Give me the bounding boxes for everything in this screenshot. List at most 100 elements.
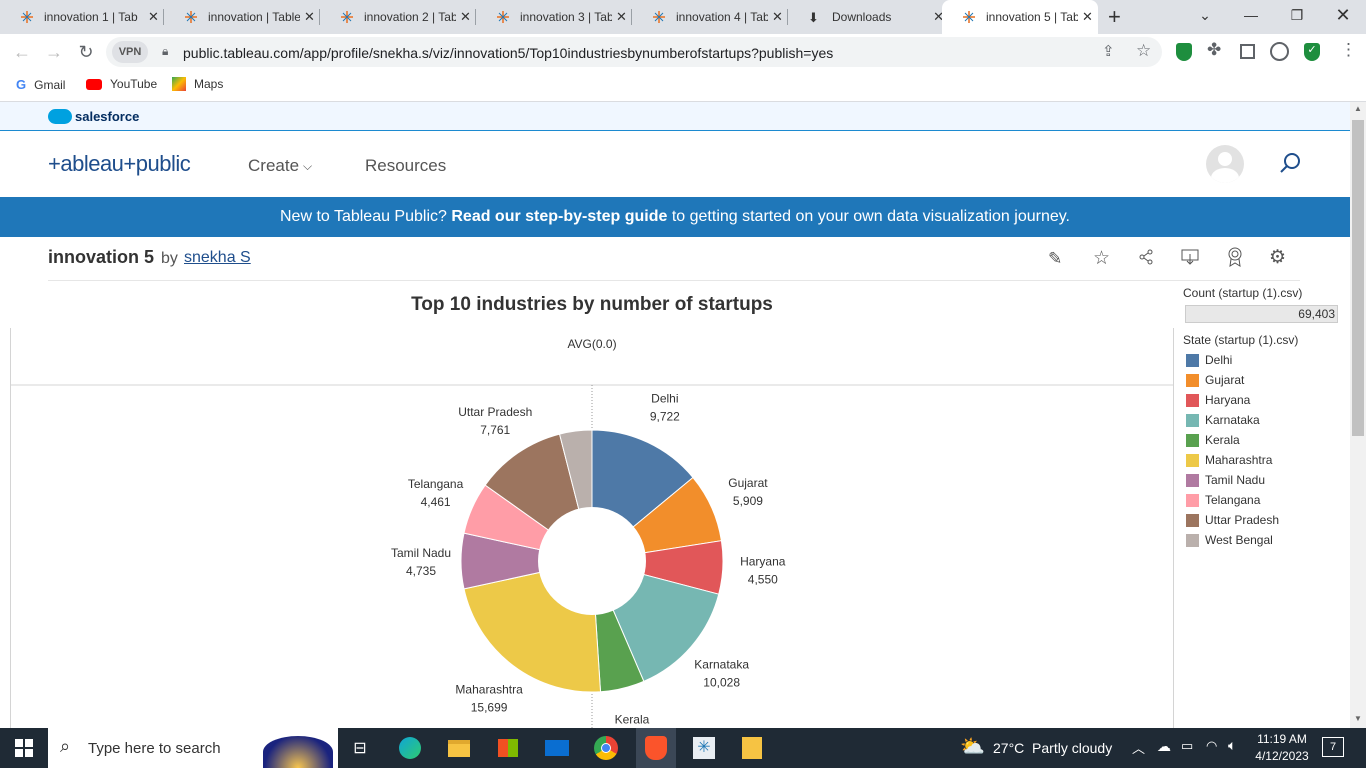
extension-shield-icon[interactable]: [1176, 43, 1192, 61]
browser-toolbar: ← → ↻ VPN 🔒︎ public.tableau.com/app/prof…: [0, 34, 1366, 70]
award-icon[interactable]: [1226, 247, 1244, 272]
slice-label-value: 4,461: [421, 495, 451, 509]
mail-icon[interactable]: [543, 734, 571, 762]
nav-resources[interactable]: Resources: [365, 156, 446, 176]
legend-item[interactable]: Telangana: [1186, 493, 1260, 507]
reload-icon[interactable]: ↻: [74, 40, 98, 64]
search-icon: ⌕: [60, 736, 71, 756]
legend-item[interactable]: Tamil Nadu: [1186, 473, 1265, 487]
vpn-badge[interactable]: VPN: [112, 41, 148, 63]
extensions-icon[interactable]: ✤: [1207, 40, 1221, 60]
legend-label: Haryana: [1205, 393, 1251, 407]
slice-label-name: Tamil Nadu: [391, 546, 451, 560]
security-check-icon[interactable]: ✓: [1304, 43, 1320, 61]
legend-item[interactable]: Uttar Pradesh: [1186, 513, 1279, 527]
side-panel-icon[interactable]: [1240, 44, 1255, 59]
google-icon: G: [16, 77, 27, 92]
tab-innovation-2[interactable]: innovation 2 | Tab ✕: [320, 0, 476, 34]
onedrive-cloud-icon[interactable]: ☁: [1157, 738, 1171, 755]
legend-label: Kerala: [1205, 433, 1240, 447]
banner-guide-link[interactable]: Read our step-by-step guide: [451, 208, 667, 226]
slice-label-name: Haryana: [740, 555, 786, 569]
wifi-icon[interactable]: ◠: [1206, 738, 1217, 754]
slice-label-name: Delhi: [651, 391, 678, 405]
salesforce-label[interactable]: salesforce: [75, 109, 139, 124]
tableau-app-icon[interactable]: ✳: [690, 734, 718, 762]
tab-search-chevron-icon[interactable]: ⌄: [1182, 0, 1228, 30]
slice-label-value: 15,699: [471, 701, 508, 715]
tableau-favicon-icon: [652, 10, 666, 24]
column-header: AVG(0.0): [567, 337, 616, 351]
legend-item[interactable]: Kerala: [1186, 433, 1240, 447]
close-icon[interactable]: ✕: [616, 9, 627, 25]
lock-icon[interactable]: 🔒︎: [162, 44, 168, 59]
sticky-app-icon[interactable]: [738, 734, 766, 762]
legend-swatch: [1186, 393, 1199, 407]
close-icon[interactable]: ✕: [772, 9, 783, 25]
chevron-up-icon[interactable]: ︿: [1132, 738, 1145, 757]
author-link[interactable]: snekha S: [184, 249, 251, 267]
nav-create[interactable]: Create ⌵: [248, 156, 312, 176]
brave-icon[interactable]: [636, 728, 676, 768]
legend-item[interactable]: Karnataka: [1186, 413, 1260, 427]
volume-icon[interactable]: 🔈︎: [1228, 737, 1236, 754]
file-explorer-icon[interactable]: [445, 734, 473, 762]
legend-item[interactable]: Haryana: [1186, 393, 1250, 407]
page-scrollbar[interactable]: ▲ ▼: [1350, 102, 1366, 728]
favorite-star-icon[interactable]: ☆: [1093, 247, 1110, 270]
url-text[interactable]: public.tableau.com/app/profile/snekha.s/…: [183, 45, 833, 61]
forward-icon[interactable]: →: [42, 40, 66, 64]
menu-icon[interactable]: ⋮: [1340, 40, 1357, 60]
edge-icon[interactable]: [396, 734, 424, 762]
edit-icon[interactable]: ✎: [1048, 249, 1062, 269]
legend-item[interactable]: Gujarat: [1186, 373, 1244, 387]
tab-innovation[interactable]: innovation | Table ✕: [164, 0, 320, 34]
legend-item[interactable]: West Bengal: [1186, 533, 1273, 547]
download-icon[interactable]: [1181, 249, 1199, 270]
legend-title: State (startup (1).csv): [1183, 333, 1299, 347]
restore-icon[interactable]: ❐: [1274, 0, 1320, 30]
close-icon[interactable]: ✕: [304, 9, 315, 25]
store-icon[interactable]: [494, 734, 522, 762]
tab-innovation-4[interactable]: innovation 4 | Tab ✕: [632, 0, 788, 34]
address-bar[interactable]: VPN 🔒︎ public.tableau.com/app/profile/sn…: [106, 37, 1162, 67]
tab-innovation-3[interactable]: innovation 3 | Tab ✕: [476, 0, 632, 34]
task-view-icon[interactable]: ⊟: [346, 734, 374, 762]
clock-date[interactable]: 4/12/2023: [1254, 749, 1310, 763]
close-icon[interactable]: ✕: [460, 9, 471, 25]
close-window-icon[interactable]: ✕: [1320, 0, 1366, 30]
clock-time[interactable]: 11:19 AM: [1256, 732, 1308, 746]
legend-item[interactable]: Maharashtra: [1186, 453, 1272, 467]
count-bar: 69,403: [1185, 305, 1338, 323]
scrollbar-thumb[interactable]: [1352, 120, 1364, 436]
weather-text[interactable]: 27°C Partly cloudy: [993, 740, 1112, 756]
tab-title: innovation 2 | Tab: [364, 10, 456, 24]
taskbar-search-box[interactable]: ⌕ Type here to search: [48, 728, 338, 768]
notifications-icon[interactable]: 7: [1322, 737, 1344, 757]
tab-innovation-5[interactable]: innovation 5 | Tab ✕: [942, 0, 1098, 34]
minimize-icon[interactable]: —: [1228, 0, 1274, 30]
battery-icon[interactable]: ▭: [1181, 738, 1193, 754]
bookmark-youtube[interactable]: YouTube: [86, 77, 157, 91]
chrome-icon[interactable]: [592, 734, 620, 762]
tab-downloads[interactable]: ⬇ Downloads ✕: [788, 0, 944, 34]
search-icon[interactable]: [1278, 151, 1302, 180]
avatar[interactable]: [1206, 145, 1244, 183]
bookmark-gmail[interactable]: G Gmail: [16, 77, 65, 92]
settings-gear-icon[interactable]: ⚙: [1269, 246, 1286, 269]
legend-item[interactable]: Delhi: [1186, 353, 1232, 367]
share-icon[interactable]: [1138, 249, 1154, 270]
bookmark-maps[interactable]: Maps: [172, 77, 223, 91]
tab-title: innovation 1 | Tab: [44, 10, 138, 24]
tableau-public-logo[interactable]: +ableau+public: [48, 151, 191, 177]
new-tab-button[interactable]: +: [1108, 4, 1121, 30]
close-icon[interactable]: ✕: [148, 9, 159, 25]
bookmark-star-icon[interactable]: ☆: [1136, 41, 1151, 61]
back-icon[interactable]: ←: [10, 40, 34, 64]
windows-start-icon[interactable]: [10, 734, 38, 762]
profile-icon[interactable]: [1270, 42, 1289, 61]
tab-innovation-1[interactable]: innovation 1 | Tab ✕: [0, 0, 164, 34]
share-icon[interactable]: ⇪: [1102, 42, 1115, 60]
weather-icon[interactable]: ⛅: [960, 734, 986, 760]
close-icon[interactable]: ✕: [1082, 9, 1093, 25]
